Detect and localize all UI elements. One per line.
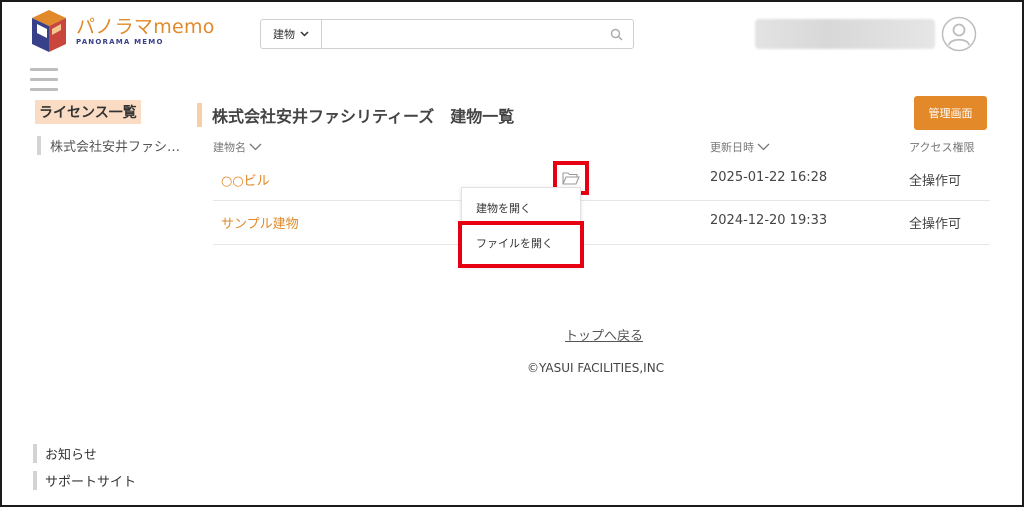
column-header-access-label: アクセス権限: [909, 141, 975, 154]
search-input[interactable]: [322, 20, 599, 48]
sort-chevron-icon: [757, 143, 770, 151]
search-bar: 建物: [260, 19, 634, 49]
panorama-logo-icon: [32, 10, 66, 52]
row-divider: [213, 200, 990, 201]
building-link[interactable]: ○○ビル: [221, 170, 270, 189]
app-title: パノラマmemo: [76, 15, 215, 38]
app-subtitle: PANORAMA MEMO: [76, 37, 164, 46]
page-title: 株式会社安井ファシリティーズ 建物一覧: [197, 103, 514, 127]
column-header-updated[interactable]: 更新日時: [710, 139, 770, 155]
sidebar-item-news[interactable]: お知らせ: [33, 444, 97, 463]
user-avatar-icon[interactable]: [941, 16, 977, 52]
sidebar-item-license[interactable]: 株式会社安井ファシ…: [37, 136, 180, 155]
building-link[interactable]: サンプル建物: [221, 213, 299, 232]
column-header-name[interactable]: 建物名: [213, 139, 262, 155]
search-icon: [610, 28, 622, 40]
access-permission: 全操作可: [909, 174, 962, 189]
menu-item-open-building[interactable]: 建物を開く: [476, 200, 531, 216]
search-button[interactable]: [599, 20, 633, 48]
access-permission: 全操作可: [909, 217, 962, 232]
column-header-name-label: 建物名: [213, 141, 246, 154]
chevron-down-icon: [300, 31, 309, 37]
column-header-updated-label: 更新日時: [710, 141, 754, 154]
row-divider: [213, 244, 990, 245]
hamburger-menu-icon[interactable]: [30, 68, 58, 92]
sidebar-item-support-site[interactable]: サポートサイト: [33, 471, 136, 490]
folder-open-icon: [562, 172, 580, 185]
back-to-top-link[interactable]: トップへ戻る: [565, 325, 643, 344]
sort-chevron-icon: [249, 143, 262, 151]
user-name-blurred: [755, 19, 935, 49]
search-category-select[interactable]: 建物: [261, 20, 322, 48]
column-header-access: アクセス権限: [909, 139, 974, 155]
highlight-box: [458, 221, 584, 268]
search-category-label: 建物: [273, 28, 295, 41]
copyright-text: ©YASUI FACILITIES,INC: [527, 361, 665, 375]
updated-datetime: 2025-01-22 16:28: [710, 170, 828, 185]
app-logo[interactable]: パノラマmemo PANORAMA MEMO: [28, 8, 215, 54]
updated-datetime: 2024-12-20 19:33: [710, 213, 828, 228]
sidebar-title: ライセンス一覧: [35, 100, 141, 124]
admin-button[interactable]: 管理画面: [914, 96, 987, 130]
